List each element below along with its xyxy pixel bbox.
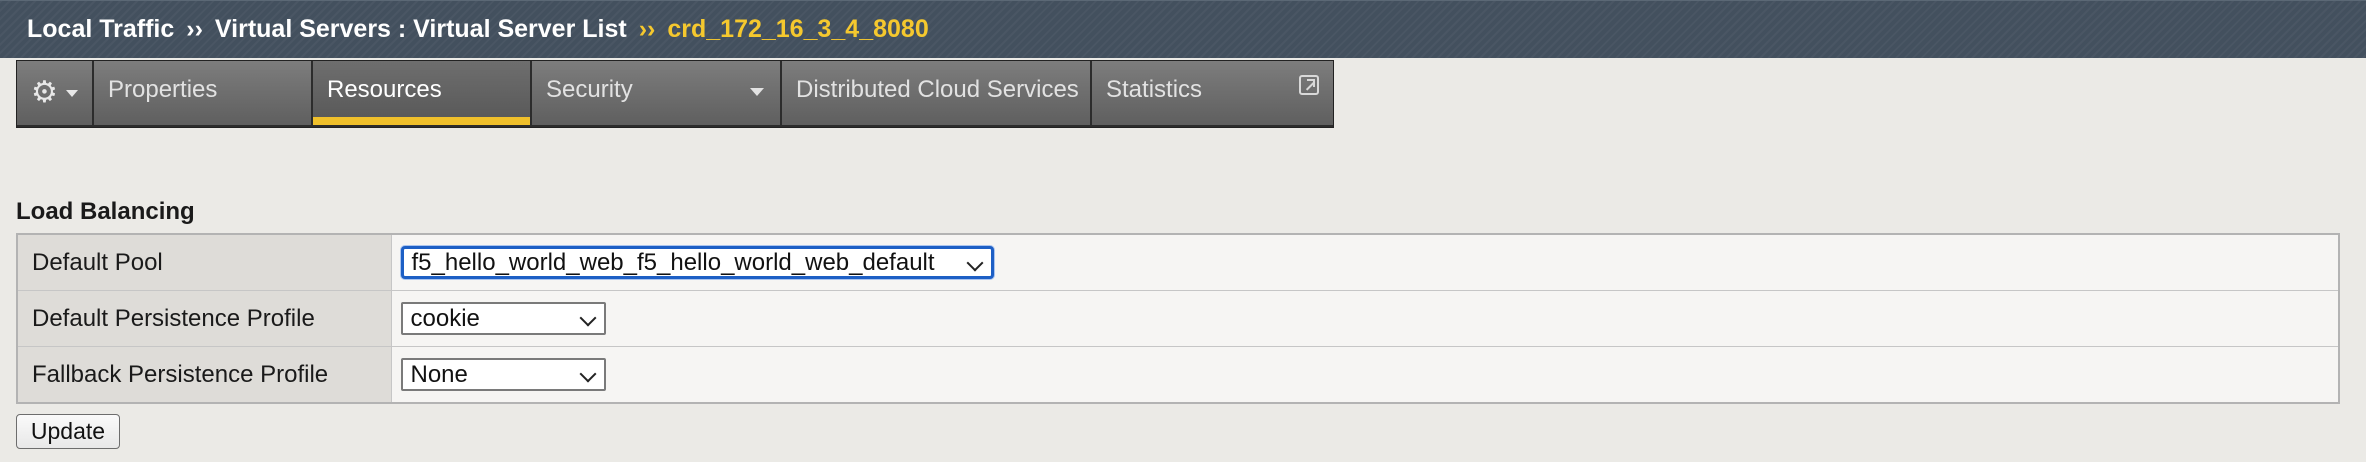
table-row: Default Persistence Profile cookie [16,290,2340,347]
chevron-down-icon [65,89,78,97]
breadcrumb: Local Traffic ›› Virtual Servers : Virtu… [0,0,2366,58]
tab-security[interactable]: Security [532,61,782,125]
breadcrumb-current: crd_172_16_3_4_8080 [667,15,929,43]
tab-statistics[interactable]: Statistics [1092,61,1333,125]
table-row: Default Pool f5_hello_world_web_f5_hello… [16,233,2340,291]
selected-value: f5_hello_world_web_f5_hello_world_web_de… [411,249,935,276]
breadcrumb-separator: ›› [638,15,656,43]
default-persistence-profile-label: Default Persistence Profile [16,290,392,347]
tab-label: Resources [327,76,442,103]
selected-value: cookie [410,305,480,332]
external-link-icon[interactable] [1299,75,1319,95]
update-button[interactable]: Update [16,414,120,449]
table-row: Fallback Persistence Profile None [16,346,2340,404]
chevron-down-icon [579,365,596,383]
tab-distributed-cloud-services[interactable]: Distributed Cloud Services [782,61,1092,125]
load-balancing-table: Default Pool f5_hello_world_web_f5_hello… [16,233,2340,404]
dropdown-arrow-icon [750,88,764,96]
tab-properties[interactable]: Properties [94,61,313,125]
tab-resources[interactable]: Resources [313,61,532,125]
chevron-down-icon [579,309,596,327]
fallback-persistence-profile-select[interactable]: None [400,358,606,391]
chevron-down-icon [966,254,983,272]
settings-menu-button[interactable]: ⚙ [17,61,94,125]
gear-icon: ⚙ [31,76,58,109]
tab-label: Security [546,76,633,103]
default-persistence-profile-select[interactable]: cookie [400,302,606,335]
section-title: Load Balancing [16,198,195,225]
tab-bar: ⚙ Properties Resources Security Distribu… [16,60,1334,128]
default-pool-label: Default Pool [16,233,392,291]
fallback-persistence-profile-label: Fallback Persistence Profile [16,346,392,404]
tab-label: Statistics [1106,76,1203,103]
tab-label: Properties [108,76,218,103]
breadcrumb-virtual-server-list[interactable]: Virtual Servers : Virtual Server List [215,15,627,44]
breadcrumb-local-traffic[interactable]: Local Traffic [27,15,174,44]
breadcrumb-separator: ›› [186,15,203,43]
selected-value: None [410,361,468,388]
default-pool-select[interactable]: f5_hello_world_web_f5_hello_world_web_de… [400,246,994,279]
tab-label: Distributed Cloud Services [796,76,1079,103]
